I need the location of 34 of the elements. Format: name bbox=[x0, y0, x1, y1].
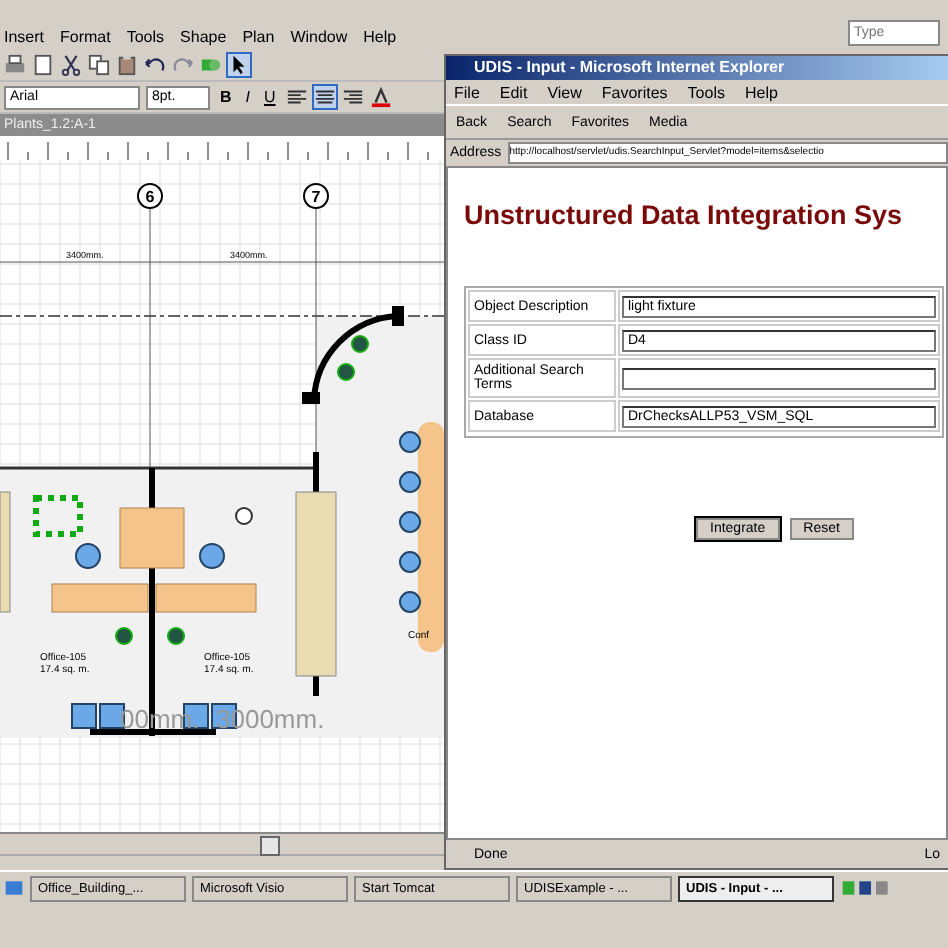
align-center-icon[interactable] bbox=[313, 86, 336, 108]
menu-item[interactable]: Tools bbox=[126, 28, 165, 46]
menu-item[interactable]: Shape bbox=[180, 28, 227, 46]
tray-icons bbox=[840, 878, 892, 898]
format-button[interactable]: I bbox=[241, 88, 255, 106]
menu-item[interactable]: Edit bbox=[499, 83, 528, 101]
menu-item[interactable]: Window bbox=[290, 28, 348, 46]
copy-icon[interactable] bbox=[88, 54, 110, 76]
pointer-icon[interactable] bbox=[228, 54, 250, 76]
scroll-left-icon[interactable] bbox=[260, 836, 280, 856]
input-field[interactable] bbox=[622, 367, 936, 389]
format-button[interactable]: U bbox=[260, 88, 280, 106]
menu-item[interactable]: Plan bbox=[242, 28, 275, 46]
align-right-icon[interactable] bbox=[341, 86, 364, 108]
menu-item[interactable]: Tools bbox=[687, 83, 725, 101]
menu-item[interactable]: File bbox=[454, 83, 480, 101]
menu-item[interactable]: Favorites bbox=[601, 83, 668, 101]
menu-item[interactable]: View bbox=[547, 83, 582, 101]
paste-icon[interactable] bbox=[116, 54, 138, 76]
page-heading: Unstructured Data Integration Sys bbox=[464, 200, 905, 230]
window-title: UDIS - Input - Microsoft Internet Explorer bbox=[446, 56, 948, 80]
document-icon[interactable] bbox=[32, 54, 54, 76]
horizontal-scrollbar[interactable] bbox=[0, 832, 444, 854]
format-button[interactable]: B bbox=[216, 88, 236, 106]
scissors-icon[interactable] bbox=[60, 54, 82, 76]
printer-icon[interactable] bbox=[4, 54, 26, 76]
undo-icon[interactable] bbox=[144, 54, 166, 76]
text-color-icon[interactable] bbox=[369, 86, 392, 108]
desktop-icon[interactable] bbox=[4, 878, 24, 898]
menu-item[interactable]: Help bbox=[744, 83, 778, 101]
menu-item[interactable]: Help bbox=[363, 28, 397, 46]
menu-item[interactable]: Format bbox=[60, 28, 111, 46]
menu-item[interactable]: Insert bbox=[4, 28, 45, 46]
align-left-icon[interactable] bbox=[285, 86, 308, 108]
